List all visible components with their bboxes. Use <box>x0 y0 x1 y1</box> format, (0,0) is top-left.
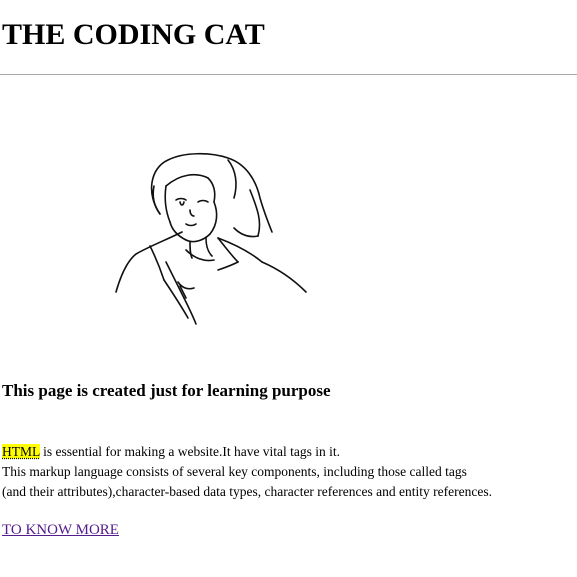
girl-illustration <box>110 150 316 328</box>
line-drawing-girl-illustration <box>115 152 307 325</box>
paragraph-line-1-text: is essential for making a website.It hav… <box>39 444 341 459</box>
to-know-more-link[interactable]: TO KNOW MORE <box>2 520 119 540</box>
paragraph-line-2: This markup language consists of several… <box>2 464 467 479</box>
page-title: THE CODING CAT <box>2 18 265 51</box>
divider <box>0 74 577 75</box>
paragraph-line-3: (and their attributes),character-based d… <box>2 484 492 499</box>
body-paragraph: HTML is essential for making a website.I… <box>2 442 575 502</box>
html-abbreviation[interactable]: HTML <box>2 444 40 459</box>
section-heading: This page is created just for learning p… <box>2 381 331 400</box>
paragraph-line-1: HTML is essential for making a website.I… <box>2 442 575 462</box>
